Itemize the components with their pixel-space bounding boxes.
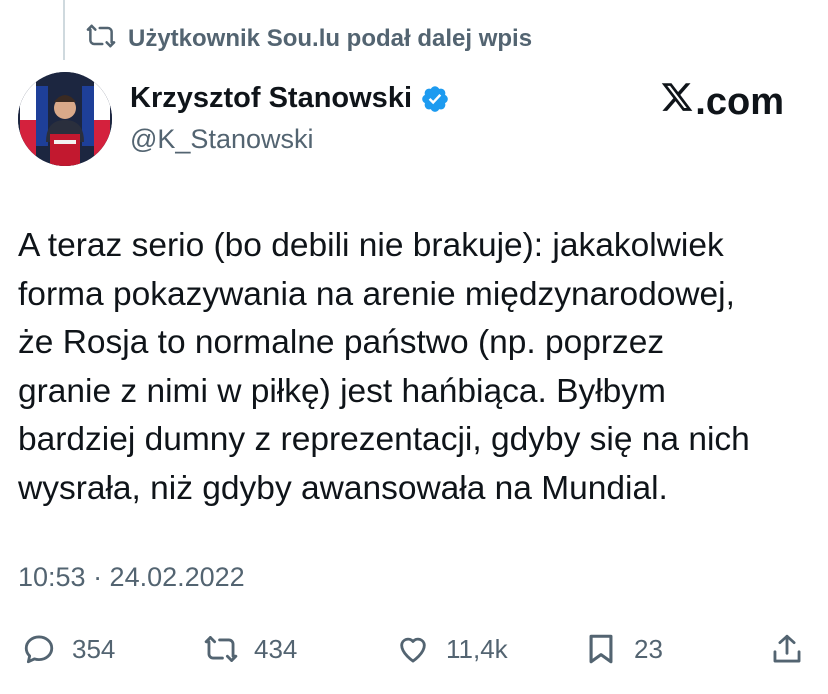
thread-line bbox=[63, 0, 65, 60]
reply-button[interactable]: 354 bbox=[22, 632, 115, 666]
like-count: 11,4k bbox=[446, 633, 508, 664]
heart-icon bbox=[396, 632, 430, 666]
x-logo-icon bbox=[660, 80, 695, 124]
x-com-brand: .com bbox=[660, 80, 784, 124]
repost-button[interactable]: 434 bbox=[204, 632, 297, 666]
share-button[interactable] bbox=[770, 632, 804, 666]
share-icon bbox=[770, 632, 804, 666]
avatar-photo bbox=[18, 72, 112, 166]
repost-icon bbox=[86, 21, 116, 58]
reply-icon bbox=[22, 632, 56, 666]
brand-text: .com bbox=[695, 80, 784, 123]
author-handle[interactable]: @K_Stanowski bbox=[130, 124, 314, 155]
action-bar: 354 434 11,4k 23 bbox=[18, 632, 810, 676]
repost-count: 434 bbox=[254, 633, 298, 664]
author-name[interactable]: Krzysztof Stanowski bbox=[130, 82, 412, 115]
bookmark-count: 23 bbox=[634, 633, 663, 664]
repost-banner[interactable]: Użytkownik Sou.lu podał dalej wpis bbox=[86, 22, 532, 56]
tweet-timestamp[interactable]: 10:53 · 24.02.2022 bbox=[18, 562, 245, 593]
repost-icon bbox=[204, 632, 238, 666]
bookmark-button[interactable]: 23 bbox=[584, 632, 663, 666]
like-button[interactable]: 11,4k bbox=[396, 632, 508, 666]
reply-count: 354 bbox=[72, 633, 116, 664]
bookmark-icon bbox=[584, 632, 618, 666]
verified-badge-icon bbox=[420, 84, 450, 114]
tweet-text: A teraz serio (bo debili nie brakuje): j… bbox=[18, 227, 750, 507]
avatar[interactable] bbox=[18, 72, 112, 166]
repost-banner-text: Użytkownik Sou.lu podał dalej wpis bbox=[128, 25, 533, 52]
